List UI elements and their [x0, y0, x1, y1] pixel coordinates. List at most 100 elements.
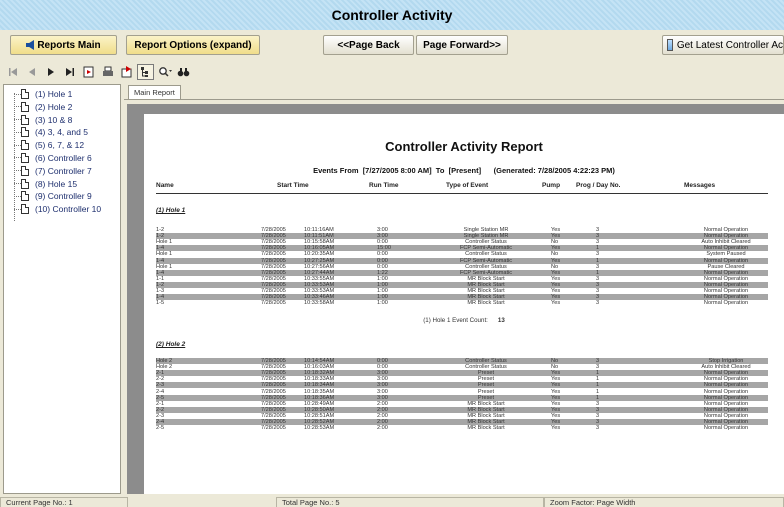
zoom-icon[interactable]	[156, 64, 173, 80]
cell-msg: Auto Inhibit Cleared	[701, 364, 751, 371]
next-page-icon[interactable]	[42, 64, 59, 80]
tree-item-hole-1[interactable]: (1) Hole 1	[4, 88, 120, 100]
window-title: Controller Activity	[331, 7, 453, 23]
cell-pump: Yes	[551, 275, 561, 282]
tree-item-controller-10[interactable]: (10) Controller 10	[4, 203, 120, 215]
cell-type: MR Block Start	[467, 400, 505, 407]
get-latest-button[interactable]: Get Latest Controller Ac	[662, 35, 784, 55]
previous-page-icon[interactable]	[23, 64, 40, 80]
tree-item-hole-2[interactable]: (2) Hole 2	[4, 101, 120, 113]
event-count-label: (1) Hole 1 Event Count:	[423, 317, 488, 324]
title-bar: Controller Activity	[0, 0, 784, 30]
group-tree-toggle-icon[interactable]	[137, 64, 154, 80]
cell-run: 0:00	[377, 239, 388, 246]
cell-date: 7/28/2005	[261, 364, 286, 371]
cell-run: 3:00	[377, 376, 388, 383]
cell-run: 1:22	[377, 269, 388, 276]
report-toolbar	[4, 63, 192, 81]
tree-item-10-8[interactable]: (3) 10 & 8	[4, 114, 120, 126]
group-header-hole-1[interactable]: (1) Hole 1	[156, 207, 185, 214]
cell-run: 3:00	[377, 233, 388, 240]
cell-date: 7/28/2005	[261, 294, 286, 301]
tab-main-report[interactable]: Main Report	[128, 85, 181, 99]
cell-date: 7/28/2005	[261, 275, 286, 282]
tree-item-controller-6[interactable]: (6) Controller 6	[4, 152, 120, 164]
cell-name: Hole 2	[156, 358, 173, 364]
first-page-icon[interactable]	[4, 64, 21, 80]
cell-run: 2:00	[377, 400, 388, 407]
cell-run: 2:00	[377, 412, 388, 419]
tree-item-label: (8) Hole 15	[35, 178, 78, 189]
cell-time: 10:28:51AM	[304, 412, 335, 419]
col-header-name: Name	[156, 182, 174, 189]
document-icon	[21, 178, 29, 189]
cell-prog: 3	[596, 227, 600, 233]
cell-run: 1:00	[377, 294, 388, 301]
group-tree: (1) Hole 1 (2) Hole 2 (3) 10 & 8 (4) 3, …	[3, 84, 121, 494]
event-count-value: 13	[497, 317, 505, 324]
page-forward-button[interactable]: Page Forward>>	[416, 35, 508, 55]
cell-msg: Normal Operation	[703, 269, 749, 276]
goto-page-icon[interactable]	[80, 64, 97, 80]
search-icon[interactable]	[175, 64, 192, 80]
table-row: Hole 2 7/28/2005 10:14:54AM 0:00 Controller …	[156, 358, 768, 364]
cell-type: MR Block Start	[467, 294, 505, 301]
cell-pump: Yes	[551, 281, 561, 288]
tree-item-6-7-12[interactable]: (5) 6, 7, & 12	[4, 139, 120, 151]
last-page-icon[interactable]	[61, 64, 78, 80]
table-row: Hole 1 7/28/2005 10:20:35AM 0:00 Controller …	[156, 251, 768, 257]
total-page-status: Total Page No.: 5	[276, 497, 544, 507]
group-header-hole-2[interactable]: (2) Hole 2	[156, 341, 185, 348]
cell-time: 10:18:33AM	[304, 376, 335, 383]
cell-msg: Normal Operation	[703, 382, 749, 389]
tree-item-label: (3) 10 & 8	[35, 114, 73, 125]
document-icon	[21, 101, 29, 112]
cell-run: 3:00	[377, 227, 388, 233]
cell-msg: Normal Operation	[703, 300, 749, 307]
tab-label: Main Report	[134, 88, 175, 97]
cell-run: 2:00	[377, 419, 388, 425]
cell-pump: Yes	[551, 425, 561, 432]
print-icon[interactable]	[99, 64, 116, 80]
cell-name: 1-4	[156, 269, 165, 276]
cell-run: 3:00	[377, 370, 388, 377]
report-canvas[interactable]: Controller Activity Report Events From […	[127, 104, 784, 494]
cell-msg: Normal Operation	[703, 370, 749, 377]
export-icon[interactable]	[118, 64, 135, 80]
cell-run: 0:00	[377, 358, 388, 364]
cell-prog: 3	[596, 412, 600, 419]
tree-item-controller-7[interactable]: (7) Controller 7	[4, 165, 120, 177]
cell-pump: Yes	[551, 370, 561, 377]
table-row: 2-5 7/28/2005 10:18:36AM 3:00 Preset Yes 1 Norm…	[156, 394, 768, 401]
cell-date: 7/28/2005	[261, 406, 286, 413]
cell-run: 3:00	[377, 382, 388, 389]
cell-msg: System Paused	[706, 251, 746, 258]
cell-msg: Auto Inhibit Cleared	[701, 239, 751, 246]
cell-name: 2-3	[156, 382, 165, 389]
cell-type: Preset	[477, 376, 495, 383]
cell-type: FCP Semi-Automatic	[459, 257, 513, 264]
reports-main-button[interactable]: Reports Main	[10, 35, 117, 55]
cell-pump: Yes	[551, 388, 561, 395]
tree-item-3-4-5[interactable]: (4) 3, 4, and 5	[4, 126, 120, 138]
cell-time: 10:11:16AM	[304, 227, 334, 233]
tree-item-hole-15[interactable]: (8) Hole 15	[4, 178, 120, 190]
cell-pump: Yes	[551, 245, 561, 252]
cell-pump: No	[551, 239, 559, 246]
cell-pump: Yes	[551, 412, 561, 419]
cell-prog: 1	[596, 370, 600, 377]
header-rule	[156, 193, 768, 194]
report-options-button[interactable]: Report Options (expand)	[126, 35, 260, 55]
cell-date: 7/28/2005	[261, 394, 286, 401]
table-row: 2-3 7/28/2005 10:18:34AM 3:00 Preset Yes 1 Norm…	[156, 382, 768, 389]
table-row: Hole 1 7/28/2005 10:15:58AM 0:00 Controller …	[156, 239, 768, 245]
tree-item-controller-9[interactable]: (9) Controller 9	[4, 190, 120, 202]
table-row: 2-4 7/28/2005 10:28:52AM 2:00 MR Block Start…	[156, 419, 768, 425]
cell-name: 2-4	[156, 419, 165, 425]
cell-pump: Yes	[551, 288, 561, 294]
cell-prog: 3	[596, 239, 600, 246]
table-row: 2-3 7/28/2005 10:28:51AM 2:00 MR Block Start…	[156, 413, 768, 419]
cell-date: 7/28/2005	[261, 382, 286, 389]
app-window: Controller Activity Reports Main Report …	[0, 0, 784, 507]
page-back-button[interactable]: <<Page Back	[323, 35, 414, 55]
